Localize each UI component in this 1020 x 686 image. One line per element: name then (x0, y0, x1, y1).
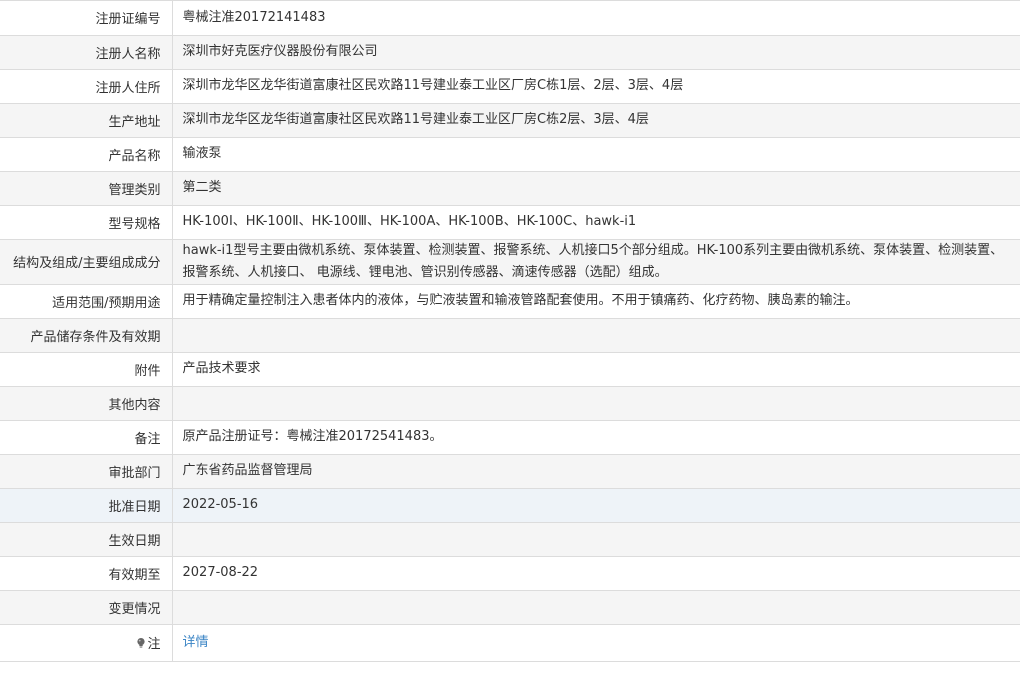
row-value (172, 590, 1020, 624)
table-row-remarks: 备注 原产品注册证号：粤械注准20172541483。 (0, 420, 1020, 454)
row-value: 深圳市龙华区龙华街道富康社区民欢路11号建业泰工业区厂房C栋1层、2层、3层、4… (172, 69, 1020, 103)
table-row-registration-number: 注册证编号 粤械注准20172141483 (0, 1, 1020, 35)
table-row-product-name: 产品名称 输液泵 (0, 137, 1020, 171)
table-row-management-category: 管理类别 第二类 (0, 171, 1020, 205)
row-value: 深圳市好克医疗仪器股份有限公司 (172, 35, 1020, 69)
table-row-storage-conditions: 产品储存条件及有效期 (0, 318, 1020, 352)
row-value: 用于精确定量控制注入患者体内的液体，与贮液装置和输液管路配套使用。不用于镇痛药、… (172, 284, 1020, 318)
note-label-cell: 注 (0, 624, 173, 661)
row-value: 深圳市龙华区龙华街道富康社区民欢路11号建业泰工业区厂房C栋2层、3层、4层 (172, 103, 1020, 137)
row-value: 广东省药品监督管理局 (172, 454, 1020, 488)
row-value: 2022-05-16 (172, 488, 1020, 522)
table-row-approval-department: 审批部门 广东省药品监督管理局 (0, 454, 1020, 488)
row-label: 产品名称 (0, 137, 173, 171)
row-label: 有效期至 (0, 556, 173, 590)
table-row-model-spec: 型号规格 HK-100Ⅰ、HK-100Ⅱ、HK-100Ⅲ、HK-100A、HK-… (0, 205, 1020, 239)
row-label: 注册人名称 (0, 35, 173, 69)
lightbulb-icon (137, 637, 146, 648)
registration-detail-page: 注册证编号 粤械注准20172141483 注册人名称 深圳市好克医疗仪器股份有… (0, 0, 1020, 686)
row-value: 原产品注册证号：粤械注准20172541483。 (172, 420, 1020, 454)
table-row-registrant-address: 注册人住所 深圳市龙华区龙华街道富康社区民欢路11号建业泰工业区厂房C栋1层、2… (0, 69, 1020, 103)
note-value: 详情 (172, 624, 1020, 661)
row-value: 产品技术要求 (172, 352, 1020, 386)
row-value (172, 318, 1020, 352)
row-label: 产品储存条件及有效期 (0, 318, 173, 352)
row-label: 管理类别 (0, 171, 173, 205)
row-label: 注册证编号 (0, 1, 173, 35)
table-row-registrant-name: 注册人名称 深圳市好克医疗仪器股份有限公司 (0, 35, 1020, 69)
row-label: 备注 (0, 420, 173, 454)
row-label: 附件 (0, 352, 173, 386)
table-row-structure-composition: 结构及组成/主要组成成分 hawk-i1型号主要由微机系统、泵体装置、检测装置、… (0, 239, 1020, 284)
note-label: 注 (137, 633, 161, 652)
row-label: 批准日期 (0, 488, 173, 522)
note-label-text: 注 (147, 637, 161, 652)
row-label: 注册人住所 (0, 69, 173, 103)
row-value (172, 386, 1020, 420)
row-label: 适用范围/预期用途 (0, 284, 173, 318)
table-row-intended-use: 适用范围/预期用途 用于精确定量控制注入患者体内的液体，与贮液装置和输液管路配套… (0, 284, 1020, 318)
registration-detail-table: 注册证编号 粤械注准20172141483 注册人名称 深圳市好克医疗仪器股份有… (0, 1, 1020, 662)
details-link[interactable]: 详情 (183, 635, 209, 650)
row-label: 生效日期 (0, 522, 173, 556)
table-row-note: 注 详情 (0, 624, 1020, 661)
table-row-approval-date: 批准日期 2022-05-16 (0, 488, 1020, 522)
row-label: 型号规格 (0, 205, 173, 239)
table-row-effective-date: 生效日期 (0, 522, 1020, 556)
row-value: HK-100Ⅰ、HK-100Ⅱ、HK-100Ⅲ、HK-100A、HK-100B、… (172, 205, 1020, 239)
row-value: hawk-i1型号主要由微机系统、泵体装置、检测装置、报警系统、人机接口5个部分… (172, 239, 1020, 284)
row-value: 2027-08-22 (172, 556, 1020, 590)
row-label: 审批部门 (0, 454, 173, 488)
row-label: 生产地址 (0, 103, 173, 137)
row-label: 结构及组成/主要组成成分 (0, 239, 173, 284)
table-row-valid-until: 有效期至 2027-08-22 (0, 556, 1020, 590)
table-row-production-address: 生产地址 深圳市龙华区龙华街道富康社区民欢路11号建业泰工业区厂房C栋2层、3层… (0, 103, 1020, 137)
row-value (172, 522, 1020, 556)
table-row-attachment: 附件 产品技术要求 (0, 352, 1020, 386)
row-value: 粤械注准20172141483 (172, 1, 1020, 35)
row-label: 变更情况 (0, 590, 173, 624)
table-row-change-history: 变更情况 (0, 590, 1020, 624)
row-value: 第二类 (172, 171, 1020, 205)
row-label: 其他内容 (0, 386, 173, 420)
table-row-other-content: 其他内容 (0, 386, 1020, 420)
row-value: 输液泵 (172, 137, 1020, 171)
